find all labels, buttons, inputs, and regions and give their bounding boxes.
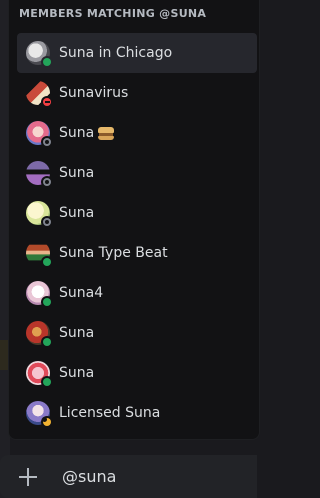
mention-autocomplete-popup: MEMBERS MATCHING @SUNA Suna in Chicago S… <box>8 0 260 440</box>
member-name: Suna Type Beat <box>59 245 168 261</box>
member-name: Licensed Suna <box>59 405 161 421</box>
member-row[interactable]: Suna <box>17 353 257 393</box>
member-row[interactable]: Suna <box>17 193 257 233</box>
member-row[interactable]: Suna Type Beat <box>17 233 257 273</box>
avatar-sunglasses-icon <box>26 161 53 188</box>
sandwich-icon <box>98 126 115 140</box>
offline-status-icon <box>41 176 53 188</box>
member-name: Sunavirus <box>59 85 129 101</box>
message-composer: @suna <box>0 455 257 498</box>
avatar-pink-red-icon <box>26 361 53 388</box>
member-row[interactable]: Suna in Chicago <box>17 33 257 73</box>
autocomplete-header: MEMBERS MATCHING @SUNA <box>19 7 207 20</box>
avatar-yellow-green-icon <box>26 201 53 228</box>
avatar-pixel-character-icon <box>26 241 53 268</box>
idle-status-icon <box>41 416 53 428</box>
member-row[interactable]: Suna <box>17 313 257 353</box>
member-name: Suna <box>59 205 95 221</box>
online-status-icon <box>41 256 53 268</box>
offline-status-icon <box>41 216 53 228</box>
member-row[interactable]: Suna4 <box>17 273 257 313</box>
message-input[interactable]: @suna <box>62 467 116 486</box>
member-row[interactable]: Suna <box>17 153 257 193</box>
member-row[interactable]: Sunavirus <box>17 73 257 113</box>
member-row[interactable]: Licensed Suna <box>17 393 257 433</box>
member-name: Suna <box>59 365 95 381</box>
member-name: Suna in Chicago <box>59 45 173 61</box>
member-name: Suna4 <box>59 285 104 301</box>
avatar-anime-blue-icon <box>26 401 53 428</box>
avatar-red-bird-icon <box>26 321 53 348</box>
add-attachment-plus-icon[interactable] <box>16 465 40 489</box>
avatar-gray-sketch-icon <box>26 41 53 68</box>
member-list: Suna in Chicago Sunavirus Suna Suna Suna… <box>17 33 257 433</box>
member-name: Suna <box>59 125 115 141</box>
avatar-red-character-icon <box>26 81 53 108</box>
offline-status-icon <box>41 136 53 148</box>
online-status-icon <box>41 296 53 308</box>
online-status-icon <box>41 376 53 388</box>
member-name: Suna <box>59 165 95 181</box>
dnd-status-icon <box>41 96 53 108</box>
member-name: Suna <box>59 325 95 341</box>
avatar-pink-character-icon <box>26 121 53 148</box>
avatar-white-pink-icon <box>26 281 53 308</box>
online-status-icon <box>41 56 53 68</box>
member-row[interactable]: Suna <box>17 113 257 153</box>
online-status-icon <box>41 336 53 348</box>
